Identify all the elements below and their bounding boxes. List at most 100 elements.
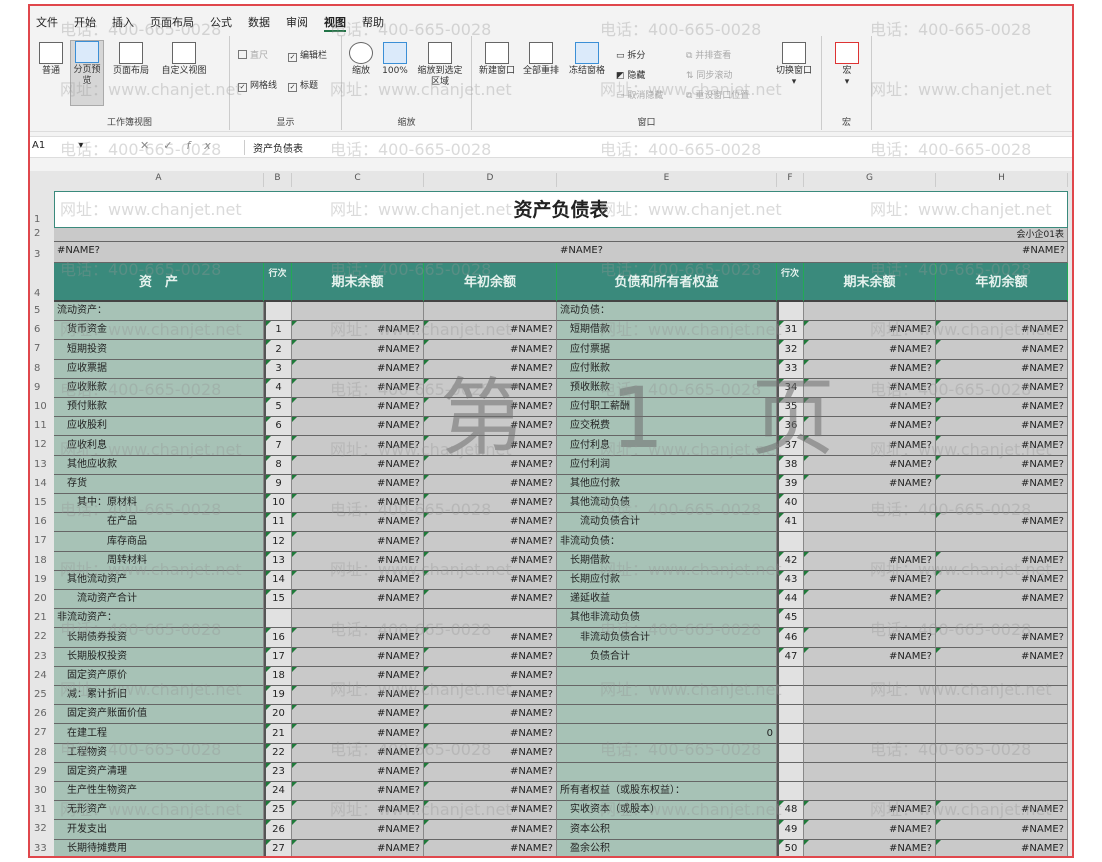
line-number[interactable]: 8 (264, 456, 292, 475)
cell-H3[interactable]: #NAME? (936, 242, 1068, 263)
row-header[interactable]: 30 (30, 785, 52, 796)
amount-cell[interactable]: #NAME? (292, 398, 424, 417)
line-number[interactable]: 46 (777, 628, 804, 648)
amount-cell[interactable] (936, 705, 1068, 724)
row-label[interactable]: 非流动负债合计 (557, 628, 777, 648)
hide-button[interactable]: ◩ 隐藏 (616, 68, 645, 81)
arrange-all-button[interactable]: 全部重排 (520, 42, 562, 77)
line-number[interactable] (777, 744, 804, 763)
line-number[interactable]: 27 (264, 840, 292, 856)
unhide-button[interactable]: ▭ 取消隐藏 (616, 88, 663, 101)
amount-cell[interactable]: #NAME? (936, 379, 1068, 398)
amount-cell[interactable] (936, 724, 1068, 744)
amount-cell[interactable]: #NAME? (804, 820, 936, 840)
tab-4[interactable]: 公式 (210, 14, 232, 32)
amount-cell[interactable]: #NAME? (292, 571, 424, 590)
split-button[interactable]: ▭ 拆分 (616, 48, 645, 61)
row-label[interactable]: 其他应收款 (54, 456, 264, 475)
row-label[interactable]: 流动负债合计 (557, 513, 777, 532)
line-number[interactable]: 45 (777, 609, 804, 628)
row-label[interactable]: 流动资产合计 (54, 590, 264, 609)
amount-cell[interactable]: #NAME? (804, 340, 936, 360)
amount-cell[interactable] (292, 609, 424, 628)
row-label[interactable]: 短期投资 (54, 340, 264, 360)
amount-cell[interactable]: #NAME? (292, 801, 424, 820)
amount-cell[interactable]: #NAME? (292, 590, 424, 609)
line-number[interactable]: 37 (777, 436, 804, 456)
row-label[interactable]: 在建工程 (54, 724, 264, 744)
amount-cell[interactable]: #NAME? (292, 436, 424, 456)
view-side-by-side-button[interactable]: ⧉ 并排查看 (686, 48, 731, 61)
amount-cell[interactable]: #NAME? (804, 398, 936, 417)
line-number[interactable] (777, 724, 804, 744)
row-label[interactable] (557, 686, 777, 705)
row-header[interactable]: 3 (30, 249, 52, 260)
amount-cell[interactable]: #NAME? (424, 436, 557, 456)
row-label[interactable]: 货币资金 (54, 321, 264, 340)
amount-cell[interactable]: #NAME? (804, 571, 936, 590)
row-label[interactable]: 无形资产 (54, 801, 264, 820)
amount-cell[interactable] (424, 302, 557, 321)
row-label[interactable]: 固定资产原价 (54, 667, 264, 686)
amount-cell[interactable]: #NAME? (292, 552, 424, 571)
row-header[interactable]: 28 (30, 747, 52, 758)
line-number[interactable]: 7 (264, 436, 292, 456)
amount-cell[interactable]: #NAME? (936, 398, 1068, 417)
amount-cell[interactable]: #NAME? (424, 398, 557, 417)
amount-cell[interactable]: #NAME? (292, 475, 424, 494)
amount-cell[interactable]: #NAME? (292, 417, 424, 436)
amount-cell[interactable]: #NAME? (424, 686, 557, 705)
line-number[interactable]: 16 (264, 628, 292, 648)
line-number[interactable] (777, 763, 804, 782)
amount-cell[interactable] (804, 782, 936, 801)
amount-cell[interactable] (936, 667, 1068, 686)
line-number[interactable] (264, 609, 292, 628)
ruler-checkbox[interactable]: 直尺 (238, 48, 268, 61)
amount-cell[interactable]: #NAME? (424, 417, 557, 436)
amount-cell[interactable]: #NAME? (292, 513, 424, 532)
row-label[interactable]: 0 (557, 724, 777, 744)
amount-cell[interactable] (424, 609, 557, 628)
row-header[interactable]: 10 (30, 401, 52, 412)
zoom-100-button[interactable]: 100% (378, 42, 412, 77)
amount-cell[interactable]: #NAME? (424, 494, 557, 513)
row-header[interactable]: 22 (30, 631, 52, 642)
line-number[interactable]: 43 (777, 571, 804, 590)
row-label[interactable]: 减：累计折旧 (54, 686, 264, 705)
amount-cell[interactable]: #NAME? (424, 820, 557, 840)
tab-7[interactable]: 视图 (324, 14, 346, 32)
amount-cell[interactable]: #NAME? (936, 820, 1068, 840)
fx-icon[interactable]: fx (186, 139, 224, 152)
row-label[interactable]: 流动负债： (557, 302, 777, 321)
row-label[interactable]: 应付职工薪酬 (557, 398, 777, 417)
row-label[interactable] (557, 763, 777, 782)
row-label[interactable]: 生产性生物资产 (54, 782, 264, 801)
row-label[interactable]: 所有者权益（或股东权益）： (557, 782, 777, 801)
amount-cell[interactable]: #NAME? (292, 724, 424, 744)
line-number[interactable]: 39 (777, 475, 804, 494)
tab-3[interactable]: 页面布局 (150, 14, 194, 32)
headings-checkbox[interactable]: ✓ 标题 (288, 78, 318, 92)
amount-cell[interactable]: #NAME? (804, 801, 936, 820)
row-header[interactable]: 31 (30, 804, 52, 815)
line-number[interactable]: 20 (264, 705, 292, 724)
normal-view-button[interactable]: 普通 (36, 42, 66, 77)
amount-cell[interactable]: #NAME? (424, 801, 557, 820)
line-number[interactable]: 25 (264, 801, 292, 820)
amount-cell[interactable] (804, 609, 936, 628)
zoom-to-selection-button[interactable]: 缩放到选定区域 (414, 42, 466, 88)
tab-1[interactable]: 开始 (74, 14, 96, 32)
cell-A3[interactable]: #NAME? (54, 242, 254, 263)
amount-cell[interactable]: #NAME? (424, 667, 557, 686)
row-header[interactable]: 6 (30, 324, 52, 335)
line-number[interactable] (777, 686, 804, 705)
amount-cell[interactable]: #NAME? (936, 340, 1068, 360)
tab-5[interactable]: 数据 (248, 14, 270, 32)
amount-cell[interactable]: #NAME? (292, 360, 424, 379)
line-number[interactable]: 42 (777, 552, 804, 571)
line-number[interactable]: 35 (777, 398, 804, 417)
row-label[interactable]: 长期股权投资 (54, 648, 264, 667)
amount-cell[interactable]: #NAME? (804, 475, 936, 494)
amount-cell[interactable]: #NAME? (804, 360, 936, 379)
amount-cell[interactable] (936, 302, 1068, 321)
